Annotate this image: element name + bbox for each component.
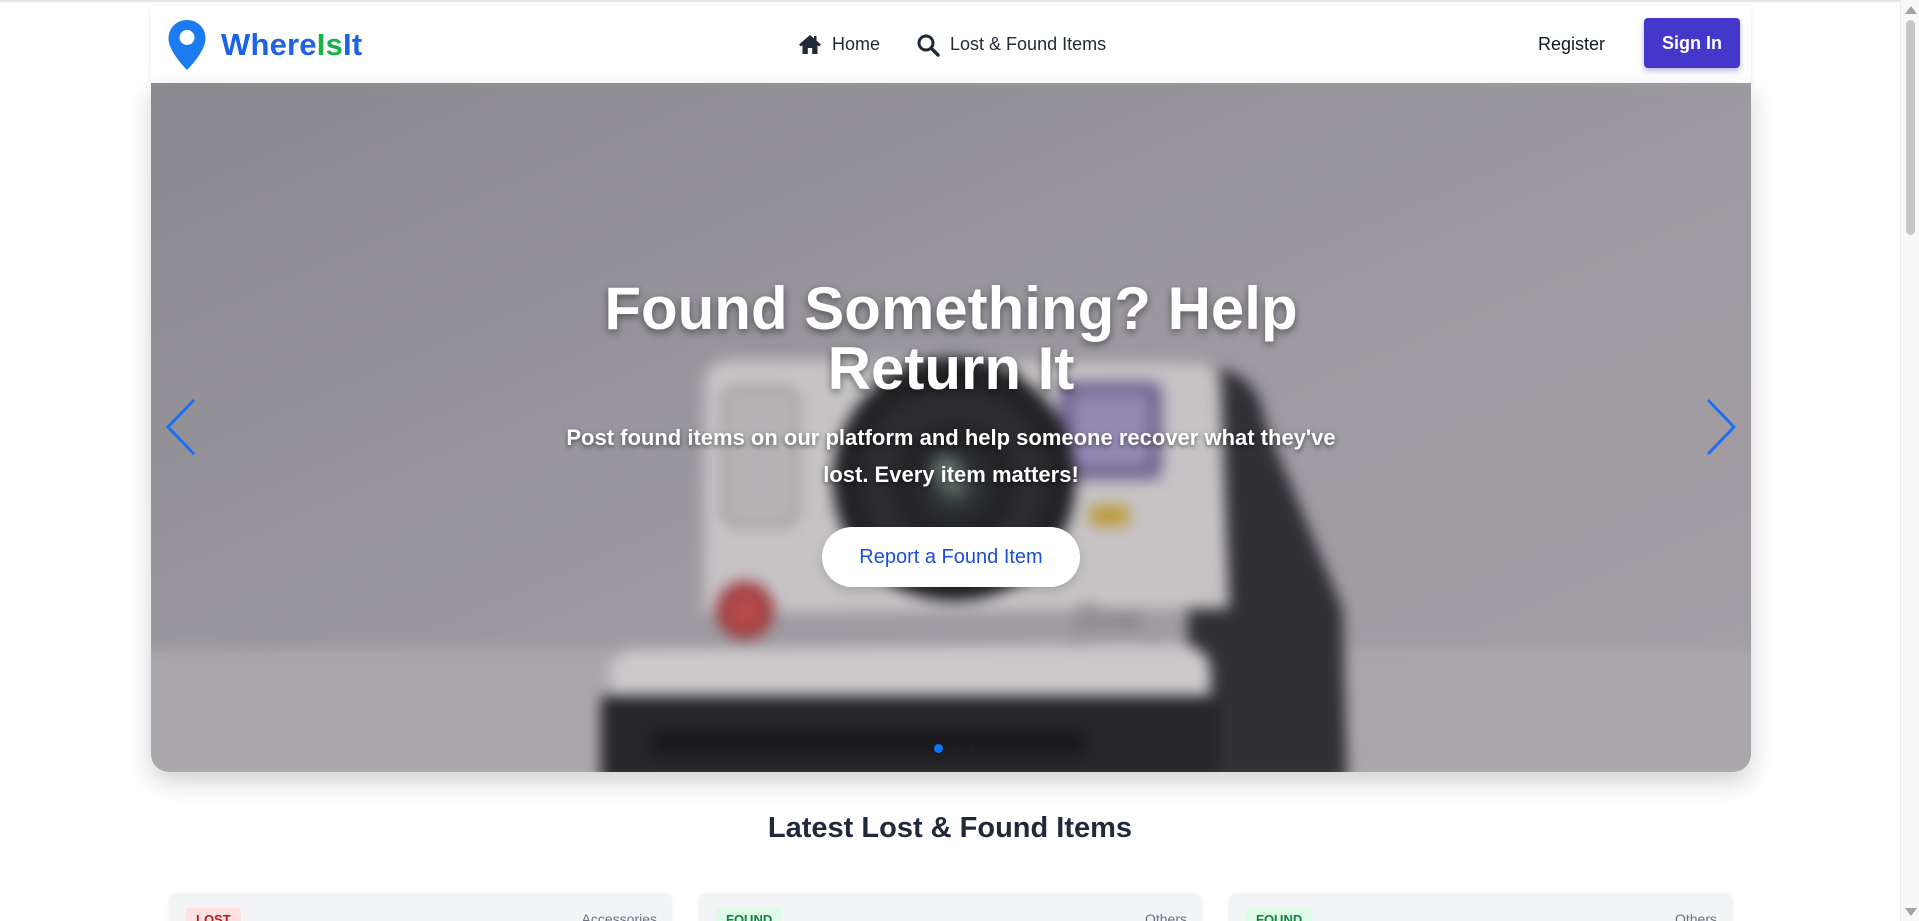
- status-badge: FOUND: [716, 908, 783, 921]
- hero-subtitle: Post found items on our platform and hel…: [566, 425, 1336, 487]
- carousel-next-button[interactable]: [1703, 397, 1739, 457]
- nav-link-lost-found-label: Lost & Found Items: [950, 34, 1107, 54]
- main-nav: Home Lost & Found Items: [798, 6, 1106, 83]
- status-badge: FOUND: [1246, 908, 1313, 921]
- carousel-dot-1[interactable]: [934, 744, 943, 753]
- latest-items-grid: LOST Accessories FOUND Others FOUND Othe…: [169, 893, 1733, 921]
- register-link[interactable]: Register: [1538, 6, 1605, 83]
- search-icon: [917, 34, 940, 57]
- scroll-down-arrow-icon[interactable]: [1905, 908, 1917, 916]
- nav-link-home[interactable]: Home: [798, 34, 880, 55]
- scroll-up-arrow-icon[interactable]: [1905, 6, 1917, 14]
- item-card[interactable]: LOST Accessories: [169, 893, 672, 921]
- navbar: WhereIsIt Home Lost & Found Items Regist…: [151, 6, 1751, 83]
- item-category: Others: [1674, 911, 1717, 921]
- top-divider: [0, 0, 1900, 2]
- carousel-dot-3[interactable]: [968, 744, 977, 753]
- latest-items-title: Latest Lost & Found Items: [767, 812, 1133, 844]
- chevron-right-icon: [1706, 398, 1737, 456]
- brand-logo[interactable]: WhereIsIt: [167, 19, 362, 71]
- home-icon: [799, 35, 821, 54]
- brand-name: WhereIsIt: [221, 27, 362, 63]
- item-card[interactable]: FOUND Others: [1229, 893, 1732, 921]
- hero-carousel: One Step2 Found Something? Help Return I…: [151, 83, 1751, 772]
- brand-name-part1: Where: [221, 26, 317, 62]
- item-category: Others: [1144, 911, 1187, 921]
- brand-name-part2: Is: [316, 26, 344, 62]
- scrollbar-thumb[interactable]: [1906, 20, 1915, 235]
- hero-title: Found Something? Help Return It: [604, 275, 1298, 402]
- item-card[interactable]: FOUND Others: [699, 893, 1202, 921]
- page-scrollbar[interactable]: [1900, 0, 1919, 921]
- nav-link-lost-found[interactable]: Lost & Found Items: [916, 33, 1106, 57]
- map-pin-icon: [168, 19, 206, 70]
- sign-in-button[interactable]: Sign In: [1644, 18, 1740, 68]
- carousel-pagination: [934, 744, 977, 753]
- hero-content: Found Something? Help Return It Post fou…: [151, 83, 1751, 772]
- chevron-left-icon: [165, 398, 196, 456]
- carousel-dot-2[interactable]: [951, 744, 960, 753]
- page: WhereIsIt Home Lost & Found Items Regist…: [0, 0, 1919, 921]
- report-found-item-button[interactable]: Report a Found Item: [822, 527, 1080, 587]
- status-badge: LOST: [186, 908, 241, 921]
- nav-link-home-label: Home: [832, 34, 881, 54]
- brand-name-part3: It: [343, 26, 363, 62]
- carousel-prev-button[interactable]: [163, 397, 199, 457]
- item-category: Accessories: [581, 911, 657, 921]
